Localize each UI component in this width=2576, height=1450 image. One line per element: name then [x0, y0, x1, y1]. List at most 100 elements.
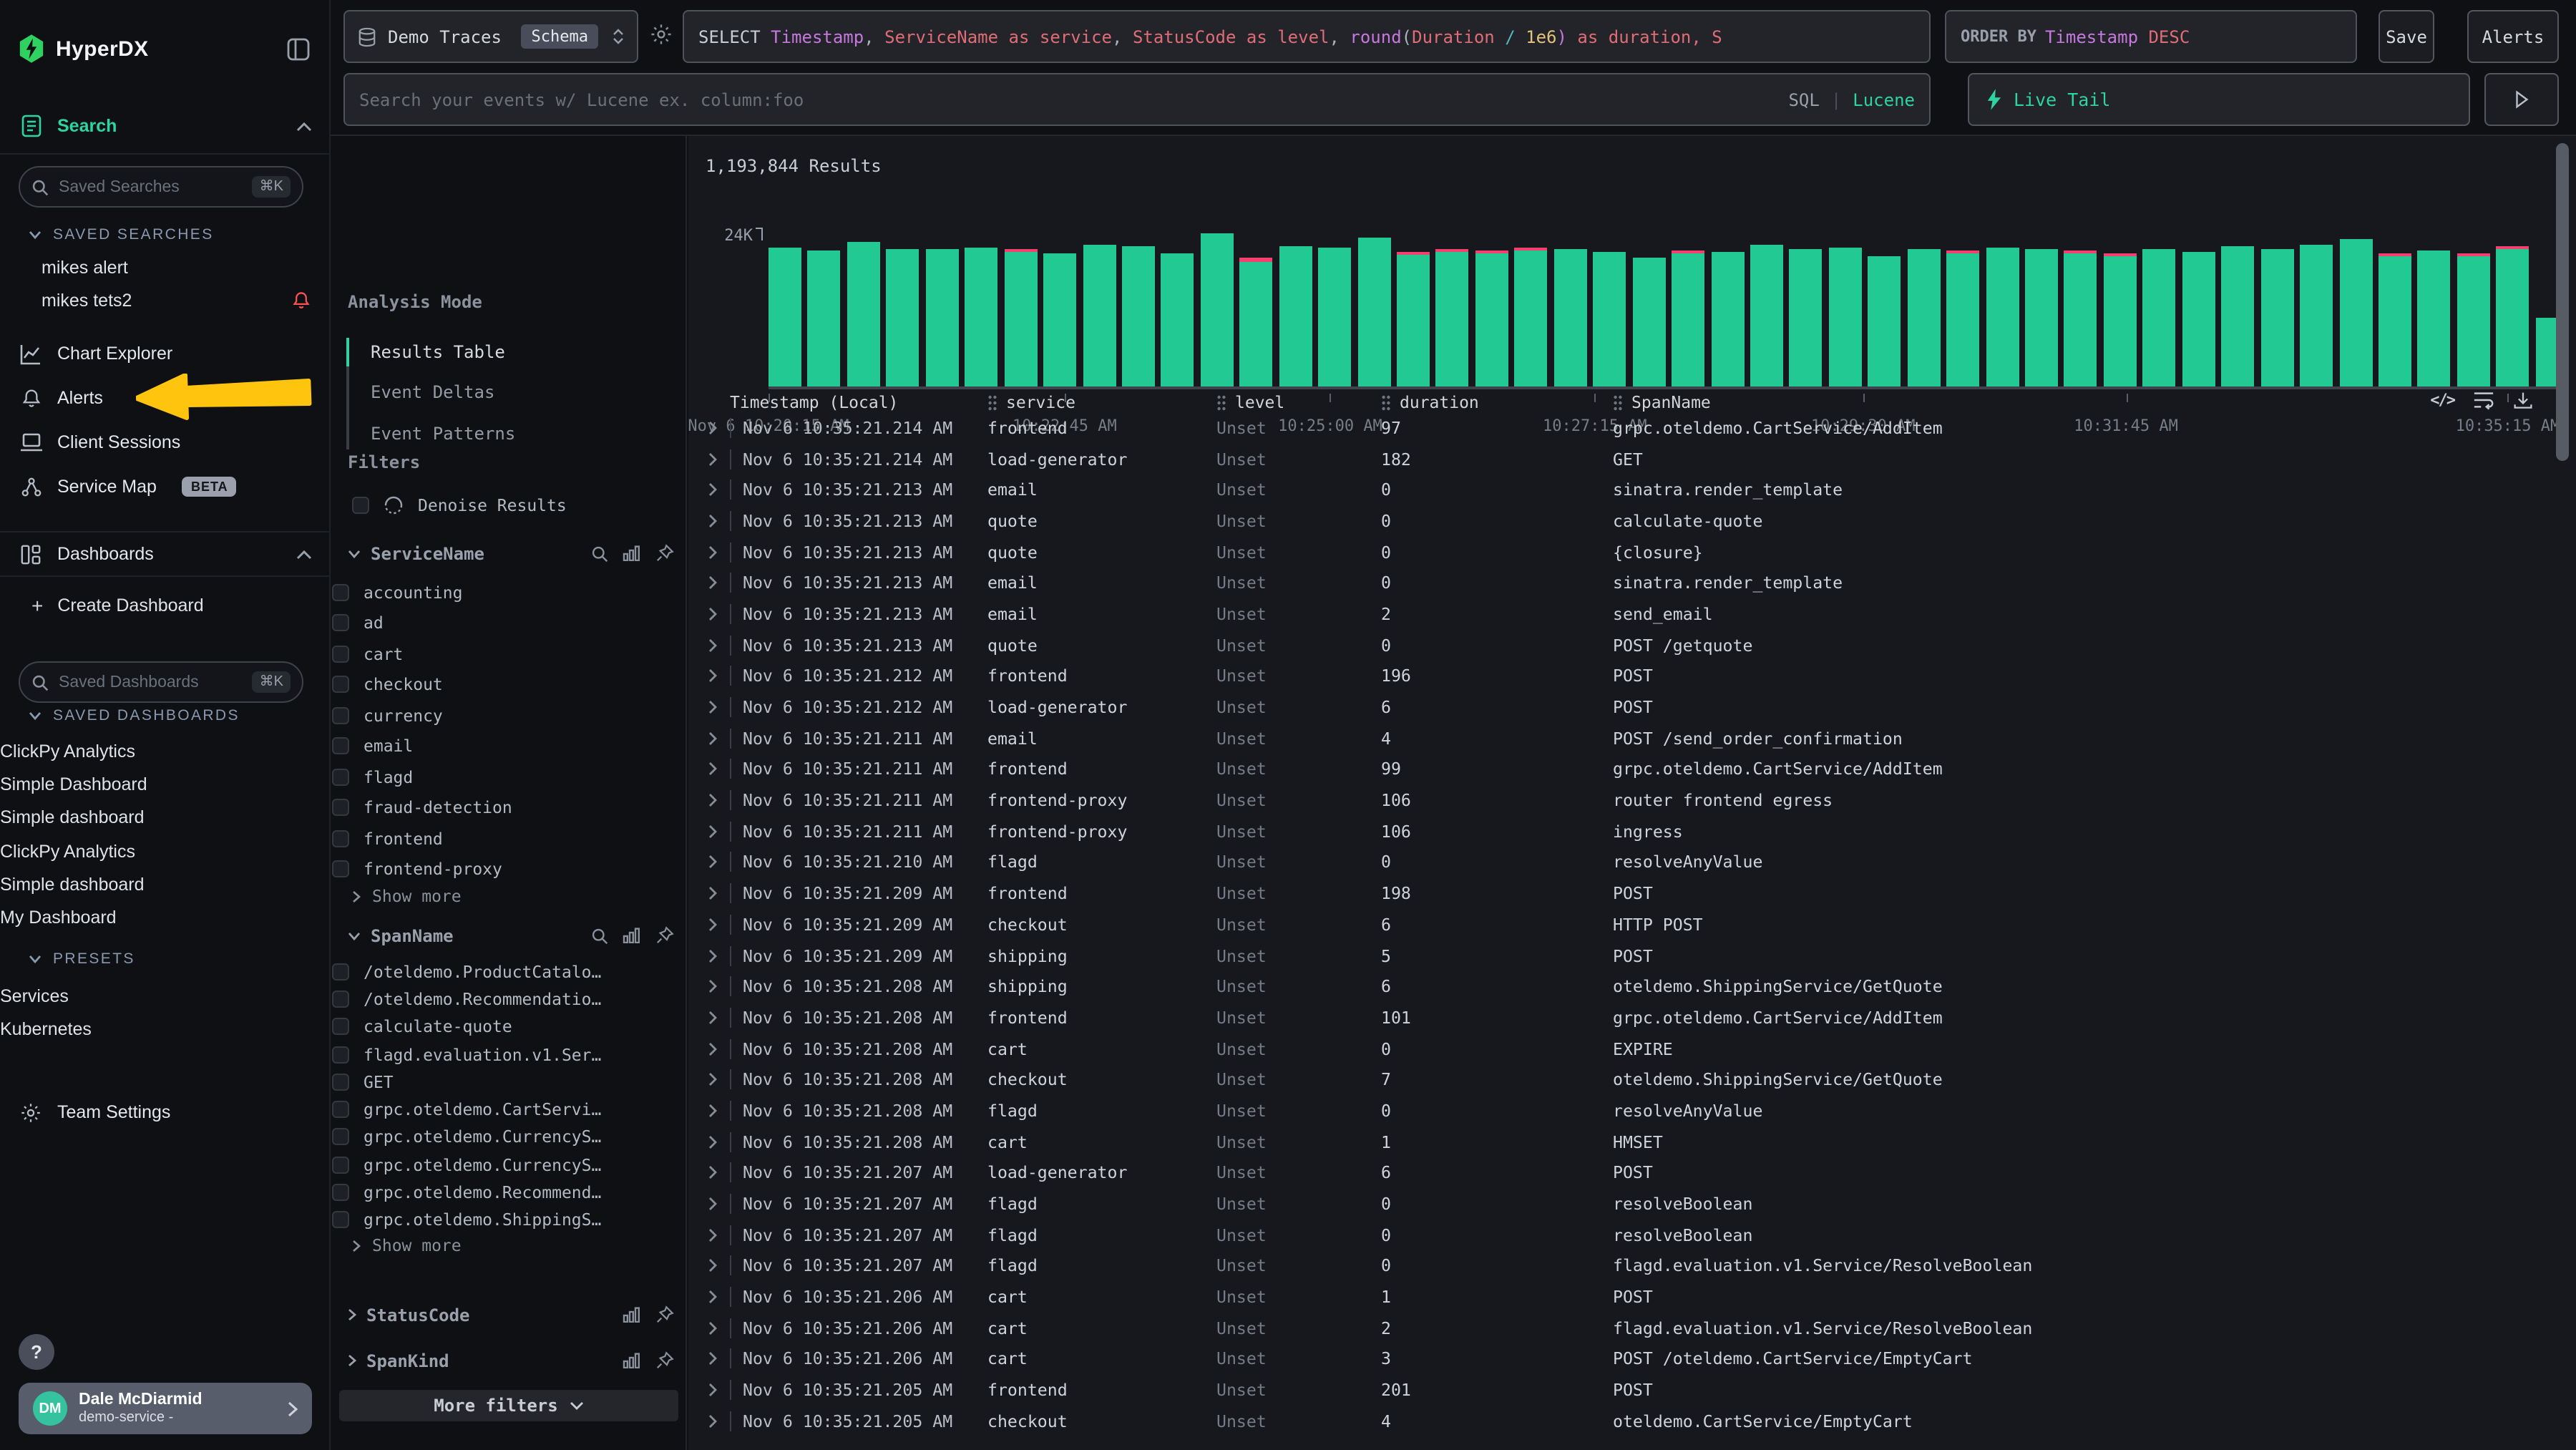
- expand-row-icon[interactable]: [696, 824, 730, 839]
- expand-row-icon[interactable]: [696, 855, 730, 870]
- table-row[interactable]: Nov 6 10:35:21.205 AM checkout Unset 4 o…: [696, 1406, 2556, 1436]
- checkbox[interactable]: [332, 615, 349, 632]
- table-row[interactable]: Nov 6 10:35:21.206 AM cart Unset 3 POST …: [696, 1343, 2556, 1374]
- table-row[interactable]: Nov 6 10:35:21.213 AM quote Unset 0 POST…: [696, 630, 2556, 661]
- checkbox[interactable]: [332, 861, 349, 878]
- pin-icon[interactable]: [655, 1351, 674, 1370]
- histogram-bar[interactable]: [808, 250, 841, 386]
- histogram-bar[interactable]: [2221, 245, 2254, 386]
- expand-row-icon[interactable]: [696, 1134, 730, 1149]
- expand-row-icon[interactable]: [696, 1227, 730, 1242]
- filter-checkbox-item[interactable]: checkout: [332, 669, 686, 700]
- table-row[interactable]: Nov 6 10:35:21.212 AM load-generator Uns…: [696, 691, 2556, 722]
- chart-icon[interactable]: [623, 1307, 641, 1323]
- sidebar-item-dashboards[interactable]: Dashboards: [0, 531, 331, 577]
- histogram-bar[interactable]: [2104, 253, 2137, 386]
- expand-row-icon[interactable]: [696, 1352, 730, 1366]
- table-row[interactable]: Nov 6 10:35:21.211 AM frontend-proxy Uns…: [696, 816, 2556, 847]
- drag-handle-icon[interactable]: [1613, 394, 1623, 410]
- histogram-bar[interactable]: [1907, 248, 1940, 386]
- sidebar-item-service-map[interactable]: Service Map BETA: [0, 469, 331, 504]
- search-icon[interactable]: [591, 927, 608, 944]
- checkbox[interactable]: [332, 830, 349, 847]
- histogram-bar[interactable]: [887, 248, 919, 386]
- filter-checkbox-item[interactable]: /oteldemo.Recommendatio…: [332, 986, 686, 1013]
- filter-group-spanname[interactable]: SpanName: [348, 923, 674, 948]
- sql-mode-toggle[interactable]: SQL: [1788, 89, 1819, 110]
- histogram-bar[interactable]: [1279, 245, 1312, 386]
- histogram-bar[interactable]: [1750, 244, 1783, 386]
- histogram-bar[interactable]: [2457, 253, 2490, 386]
- filter-group-servicename[interactable]: ServiceName: [348, 541, 674, 565]
- filter-checkbox-item[interactable]: /oteldemo.ProductCatalo…: [332, 958, 686, 986]
- expand-row-icon[interactable]: [696, 1011, 730, 1025]
- saved-dashboard-item[interactable]: My Dashboard: [0, 901, 329, 935]
- histogram-bar[interactable]: [965, 247, 997, 386]
- sidebar-item-team-settings[interactable]: Team Settings: [0, 1095, 331, 1129]
- expand-row-icon[interactable]: [696, 638, 730, 652]
- histogram-bar[interactable]: [1711, 252, 1744, 386]
- histogram-bar[interactable]: [2260, 248, 2293, 386]
- mode-event-deltas[interactable]: Event Deltas: [371, 379, 494, 404]
- more-filters-button[interactable]: More filters: [339, 1390, 678, 1421]
- table-row[interactable]: Nov 6 10:35:21.213 AM quote Unset 0 {clo…: [696, 537, 2556, 568]
- expand-row-icon[interactable]: [696, 545, 730, 559]
- events-histogram[interactable]: [769, 233, 2569, 389]
- expand-row-icon[interactable]: [696, 918, 730, 932]
- sidebar-item-search[interactable]: Search: [0, 109, 331, 143]
- expand-row-icon[interactable]: [696, 979, 730, 993]
- servicename-show-more[interactable]: Show more: [352, 886, 462, 906]
- source-selector[interactable]: Demo Traces Schema: [343, 10, 638, 63]
- histogram-bar[interactable]: [2182, 252, 2215, 386]
- expand-row-icon[interactable]: [696, 576, 730, 590]
- table-row[interactable]: Nov 6 10:35:21.208 AM cart Unset 0 EXPIR…: [696, 1033, 2556, 1064]
- column-level[interactable]: level: [1216, 392, 1381, 412]
- column-duration[interactable]: duration: [1381, 392, 1613, 412]
- histogram-bar[interactable]: [1672, 250, 1704, 386]
- table-row[interactable]: Nov 6 10:35:21.214 AM load-generator Uns…: [696, 443, 2556, 474]
- sidebar-item-chart-explorer[interactable]: Chart Explorer: [0, 336, 331, 371]
- table-row[interactable]: Nov 6 10:35:21.213 AM quote Unset 0 calc…: [696, 505, 2556, 536]
- histogram-bar[interactable]: [1201, 233, 1234, 386]
- saved-searches-input[interactable]: [59, 178, 243, 195]
- table-row[interactable]: Nov 6 10:35:21.211 AM email Unset 4 POST…: [696, 723, 2556, 754]
- checkbox[interactable]: [332, 646, 349, 663]
- table-row[interactable]: Nov 6 10:35:21.205 AM frontend Unset 201…: [696, 1375, 2556, 1406]
- filter-checkbox-item[interactable]: fraud-detection: [332, 792, 686, 823]
- column-service[interactable]: service: [987, 392, 1216, 412]
- help-button[interactable]: ?: [19, 1334, 54, 1370]
- saved-dashboard-item[interactable]: ClickPy Analytics: [0, 835, 329, 868]
- play-button[interactable]: [2484, 73, 2559, 126]
- checkbox[interactable]: [352, 497, 369, 514]
- filter-checkbox-item[interactable]: grpc.oteldemo.CurrencyS…: [332, 1124, 686, 1152]
- chart-icon[interactable]: [623, 928, 641, 943]
- scrollbar-thumb[interactable]: [2556, 143, 2569, 461]
- table-row[interactable]: Nov 6 10:35:21.209 AM shipping Unset 5 P…: [696, 940, 2556, 970]
- histogram-bar[interactable]: [2418, 250, 2451, 386]
- checkbox[interactable]: [332, 1101, 349, 1118]
- table-row[interactable]: Nov 6 10:35:21.207 AM load-generator Uns…: [696, 1157, 2556, 1188]
- histogram-bar[interactable]: [2064, 250, 2097, 386]
- expand-row-icon[interactable]: [696, 700, 730, 714]
- histogram-bar[interactable]: [1043, 253, 1076, 386]
- filter-checkbox-item[interactable]: cart: [332, 638, 686, 669]
- wrap-text-icon[interactable]: [2473, 389, 2494, 411]
- table-row[interactable]: Nov 6 10:35:21.213 AM email Unset 0 sina…: [696, 475, 2556, 505]
- histogram-bar[interactable]: [2379, 253, 2411, 386]
- drag-handle-icon[interactable]: [1216, 394, 1226, 410]
- checkbox[interactable]: [332, 676, 349, 694]
- expand-row-icon[interactable]: [696, 421, 730, 435]
- expand-row-icon[interactable]: [696, 1166, 730, 1180]
- checkbox[interactable]: [332, 1156, 349, 1173]
- checkbox[interactable]: [332, 1046, 349, 1063]
- checkbox[interactable]: [332, 799, 349, 817]
- saved-searches-searchbox[interactable]: ⌘K: [19, 166, 303, 208]
- expand-row-icon[interactable]: [696, 1321, 730, 1335]
- histogram-bar[interactable]: [2025, 248, 2058, 386]
- table-row[interactable]: Nov 6 10:35:21.208 AM flagd Unset 0 reso…: [696, 1095, 2556, 1126]
- expand-row-icon[interactable]: [696, 1041, 730, 1056]
- table-row[interactable]: Nov 6 10:35:21.213 AM email Unset 0 sina…: [696, 568, 2556, 598]
- filter-checkbox-item[interactable]: grpc.oteldemo.Recommend…: [332, 1179, 686, 1207]
- saved-searches-section[interactable]: SAVED SEARCHES: [29, 223, 214, 246]
- drag-handle-icon[interactable]: [987, 394, 997, 410]
